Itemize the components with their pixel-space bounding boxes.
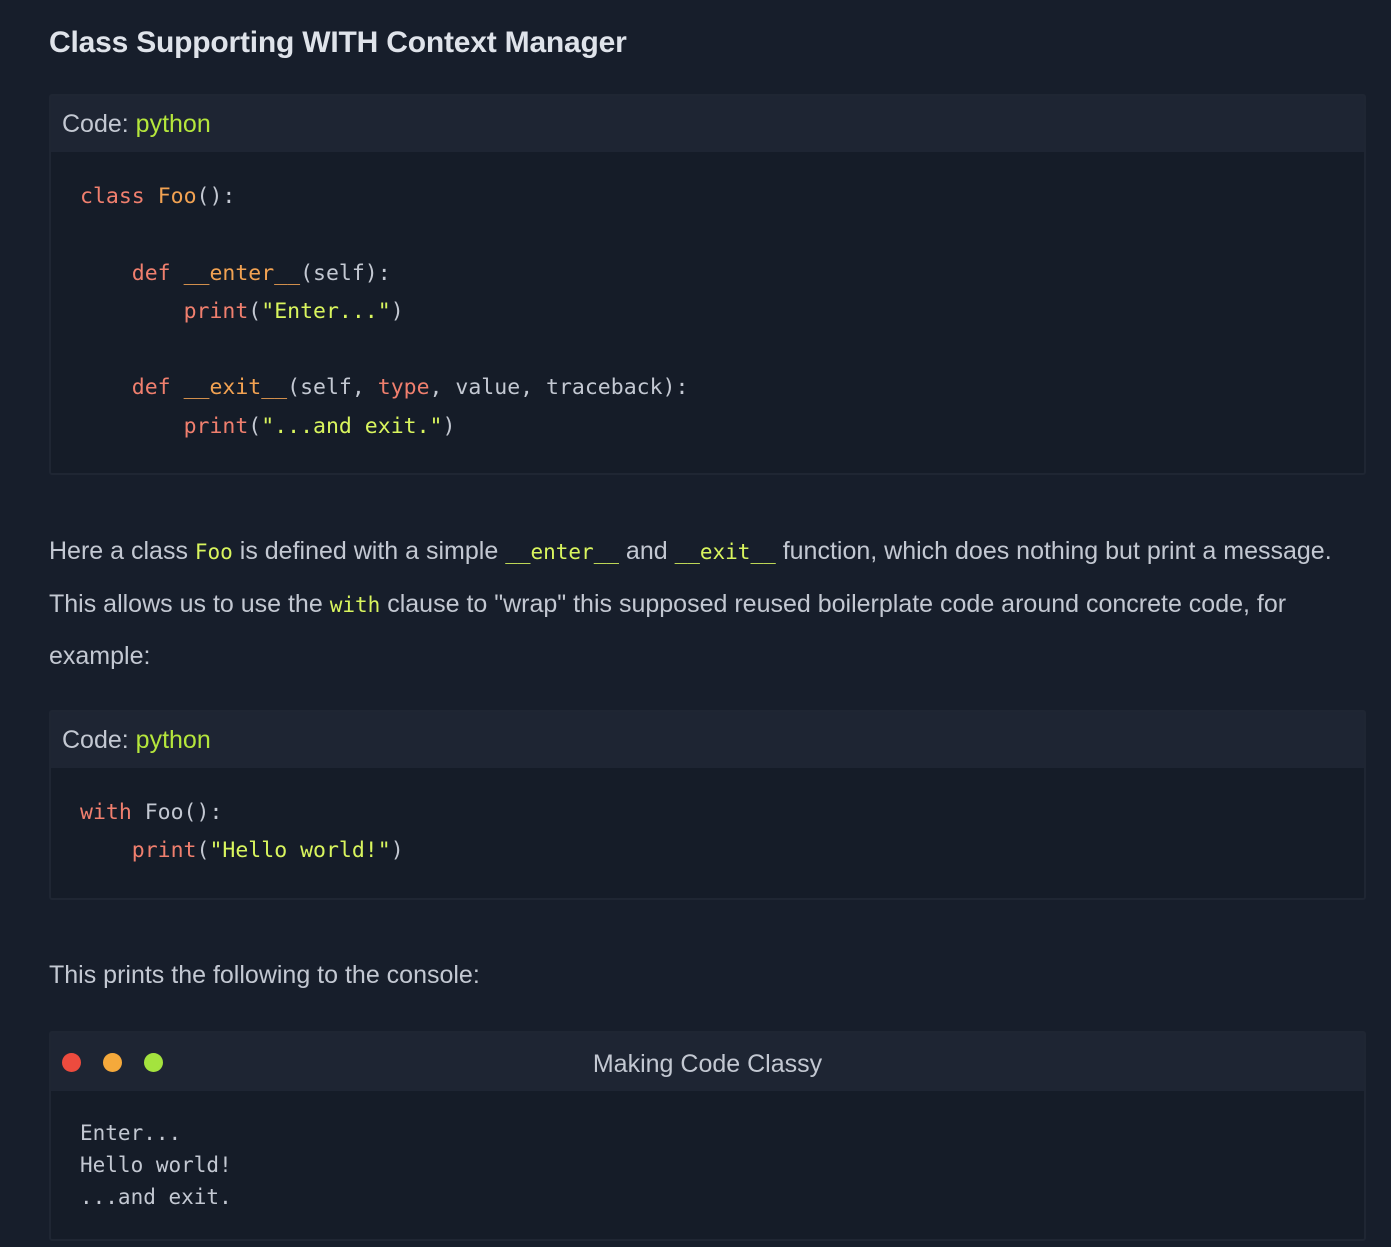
code-block-with-usage: Code: python with Foo(): print("Hello wo…: [49, 710, 1366, 900]
explanation-paragraph: Here a class Foo is defined with a simpl…: [49, 526, 1366, 683]
paragraph-text: and: [618, 537, 675, 565]
paragraph-text: is defined with a simple: [232, 537, 506, 565]
console-intro-paragraph: This prints the following to the console…: [49, 961, 480, 989]
inline-code-foo: Foo: [194, 540, 233, 564]
paragraph-text: Here a class: [49, 537, 195, 565]
code-language: python: [135, 110, 211, 138]
code-block-class-definition: Code: python class Foo(): def __enter__(…: [49, 94, 1366, 475]
inline-code-enter: __enter__: [505, 540, 619, 564]
code-label: Code:: [62, 726, 129, 754]
section-heading: Class Supporting WITH Context Manager: [49, 26, 627, 59]
code-label: Code:: [62, 110, 129, 138]
inline-code-exit: __exit__: [674, 540, 776, 564]
terminal-title-bar: Making Code Classy: [51, 1033, 1364, 1091]
terminal-title: Making Code Classy: [592, 1050, 823, 1078]
code-content[interactable]: with Foo(): print("Hello world!"): [51, 768, 1364, 871]
code-content[interactable]: class Foo(): def __enter__(self): print(…: [51, 152, 1364, 446]
terminal-output[interactable]: Enter... Hello world! ...and exit.: [51, 1091, 1364, 1213]
inline-code-with: with: [329, 592, 381, 617]
code-block-header: Code: python: [51, 96, 1364, 152]
code-language: python: [135, 726, 211, 754]
code-block-header: Code: python: [51, 712, 1364, 768]
terminal-window: Making Code Classy Enter... Hello world!…: [49, 1031, 1366, 1241]
